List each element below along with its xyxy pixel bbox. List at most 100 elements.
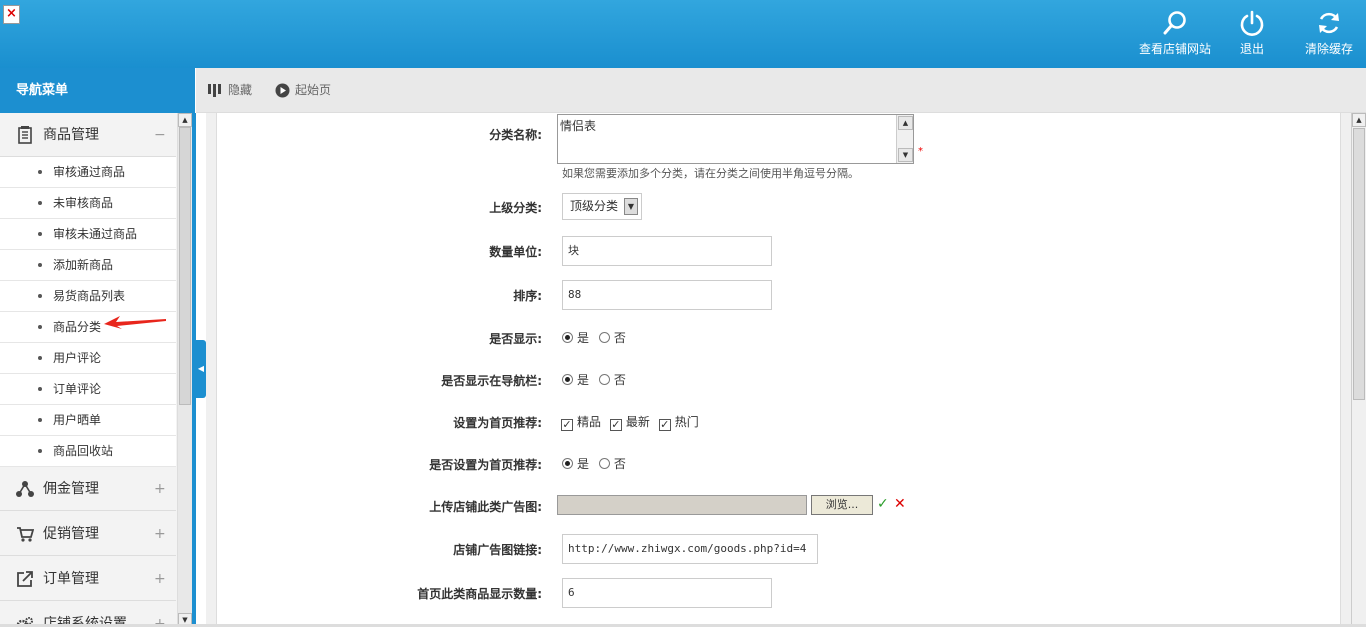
home-page-label: 起始页	[295, 83, 332, 97]
clear-cache-label: 清除缓存	[1304, 42, 1353, 56]
sidebar-item-order-reviews[interactable]: 订单评论	[0, 374, 176, 405]
expand-icon: +	[154, 481, 166, 497]
nav-group-label: 商品管理	[43, 127, 99, 143]
dropdown-arrow-icon: ▼	[624, 198, 638, 215]
sidebar-toggle-handle[interactable]: ◀	[196, 340, 206, 398]
nav-group-goods[interactable]: 商品管理 −	[0, 113, 176, 157]
yes-label: 是	[577, 373, 590, 387]
ad-link-input[interactable]: http://www.zhiwgx.com/goods.php?id=4	[562, 534, 818, 564]
show-in-nav-label: 是否显示在导航栏:	[441, 374, 542, 388]
new-checkbox[interactable]: ✓	[609, 419, 622, 431]
category-name-value: 情侣表	[560, 119, 597, 133]
nav-no-radio[interactable]	[598, 374, 610, 385]
show-radio-group: 是 否	[562, 329, 626, 346]
sidebar-item-rejected[interactable]: 审核未通过商品	[0, 219, 176, 250]
show-label: 是否显示:	[489, 332, 542, 346]
home-count-label: 首页此类商品显示数量:	[417, 587, 542, 601]
document-icon	[18, 126, 32, 144]
sort-label: 排序:	[513, 289, 542, 303]
red-arrow-pointer	[104, 316, 166, 329]
hide-button[interactable]: 隐藏	[208, 68, 252, 113]
sidebar-item-categories[interactable]: 商品分类	[0, 312, 176, 343]
clear-cache-button[interactable]: 清除缓存	[1289, 10, 1366, 57]
sidebar-item-add-goods[interactable]: 添加新商品	[0, 250, 176, 281]
show-no-radio[interactable]	[598, 332, 610, 343]
yes-label: 是	[577, 331, 590, 345]
required-mark: *	[918, 146, 923, 157]
nav-group-label: 促销管理	[43, 526, 99, 542]
collapse-icon: −	[154, 127, 166, 143]
best-checkbox[interactable]: ✓	[561, 419, 573, 431]
sidebar: 商品管理 − 审核通过商品 未审核商品 审核未通过商品 添加新商品 易货商品列表…	[0, 113, 195, 627]
check-icon: ✓	[877, 496, 889, 512]
home-no-radio[interactable]	[598, 458, 610, 469]
power-icon	[1240, 10, 1264, 36]
scroll-thumb[interactable]	[179, 127, 191, 405]
parent-category-select[interactable]: 顶级分类 ▼	[562, 193, 642, 220]
play-circle-icon	[275, 83, 290, 98]
yes-label: 是	[577, 457, 590, 471]
delete-icon[interactable]: ✕	[894, 496, 906, 512]
category-name-label: 分类名称:	[489, 128, 542, 142]
scroll-up-arrow[interactable]: ▲	[178, 113, 192, 127]
logout-button[interactable]: 退出	[1212, 10, 1292, 57]
hide-label: 隐藏	[228, 83, 253, 97]
parent-category-label: 上级分类:	[489, 201, 542, 215]
broken-image-icon: ×	[3, 5, 20, 24]
no-label: 否	[613, 331, 626, 345]
unit-label: 数量单位:	[489, 245, 542, 259]
new-label: 最新	[625, 415, 650, 429]
textarea-scrollbar[interactable]: ▲ ▼	[896, 115, 913, 163]
hot-checkbox[interactable]: ✓	[658, 419, 671, 431]
show-in-nav-radio-group: 是 否	[562, 371, 626, 388]
sidebar-scrollbar[interactable]: ▲ ▼	[177, 113, 192, 627]
nav-yes-radio[interactable]	[562, 374, 573, 385]
top-header: × 查看店铺网站 退出 清除缓存	[0, 0, 1366, 68]
no-label: 否	[613, 457, 626, 471]
home-yes-radio[interactable]	[562, 458, 573, 469]
browse-button[interactable]: 浏览...	[811, 495, 873, 515]
home-count-input[interactable]: 6	[562, 578, 772, 608]
nav-group-label: 佣金管理	[43, 481, 99, 497]
nav-group-label: 订单管理	[43, 571, 99, 587]
sort-input[interactable]: 88	[562, 280, 772, 310]
nav-group-orders[interactable]: 订单管理 +	[0, 557, 176, 601]
set-home-radio-group: 是 否	[562, 455, 626, 472]
file-path-field[interactable]	[557, 495, 807, 515]
cart-icon	[17, 527, 34, 542]
show-yes-radio[interactable]	[562, 332, 573, 343]
content-scrollbar[interactable]: ▲	[1351, 113, 1366, 627]
nav-group-promotion[interactable]: 促销管理 +	[0, 512, 176, 556]
expand-icon: +	[154, 571, 166, 587]
sidebar-item-recycle-bin[interactable]: 商品回收站	[0, 436, 176, 467]
hot-label: 热门	[674, 415, 699, 429]
best-label: 精品	[577, 415, 602, 429]
upload-ad-label: 上传店铺此类广告图:	[429, 500, 542, 514]
sidebar-item-user-showcase[interactable]: 用户晒单	[0, 405, 176, 436]
search-icon	[1163, 11, 1186, 35]
sidebar-item-barter-list[interactable]: 易货商品列表	[0, 281, 176, 312]
parent-category-value: 顶级分类	[570, 199, 619, 213]
sidebar-item-user-reviews[interactable]: 用户评论	[0, 343, 176, 374]
columns-icon	[208, 84, 221, 97]
view-shop-label: 查看店铺网站	[1138, 42, 1211, 56]
sidebar-item-approved[interactable]: 审核通过商品	[0, 157, 176, 188]
unit-input[interactable]: 块	[562, 236, 772, 266]
set-home-label: 是否设置为首页推荐:	[429, 458, 542, 472]
sidebar-item-unreviewed[interactable]: 未审核商品	[0, 188, 176, 219]
ad-link-label: 店铺广告图链接:	[453, 543, 542, 557]
recommend-checkbox-group: ✓ 精品 ✓ 最新 ✓ 热门	[561, 413, 699, 431]
scroll-thumb[interactable]	[1353, 128, 1365, 400]
category-name-textarea[interactable]: 情侣表 ▲ ▼	[557, 114, 914, 164]
view-shop-button[interactable]: 查看店铺网站	[1135, 10, 1215, 57]
expand-icon: +	[154, 526, 166, 542]
category-hint: 如果您需要添加多个分类，请在分类之间使用半角逗号分隔。	[562, 167, 859, 180]
nav-group-commission[interactable]: 佣金管理 +	[0, 467, 176, 511]
scroll-up-arrow[interactable]: ▲	[1352, 113, 1366, 127]
share-icon	[16, 481, 34, 497]
refresh-icon	[1319, 12, 1339, 34]
home-page-button[interactable]: 起始页	[275, 68, 331, 113]
recommend-label: 设置为首页推荐:	[453, 416, 542, 430]
no-label: 否	[613, 373, 626, 387]
external-link-icon	[17, 571, 33, 587]
